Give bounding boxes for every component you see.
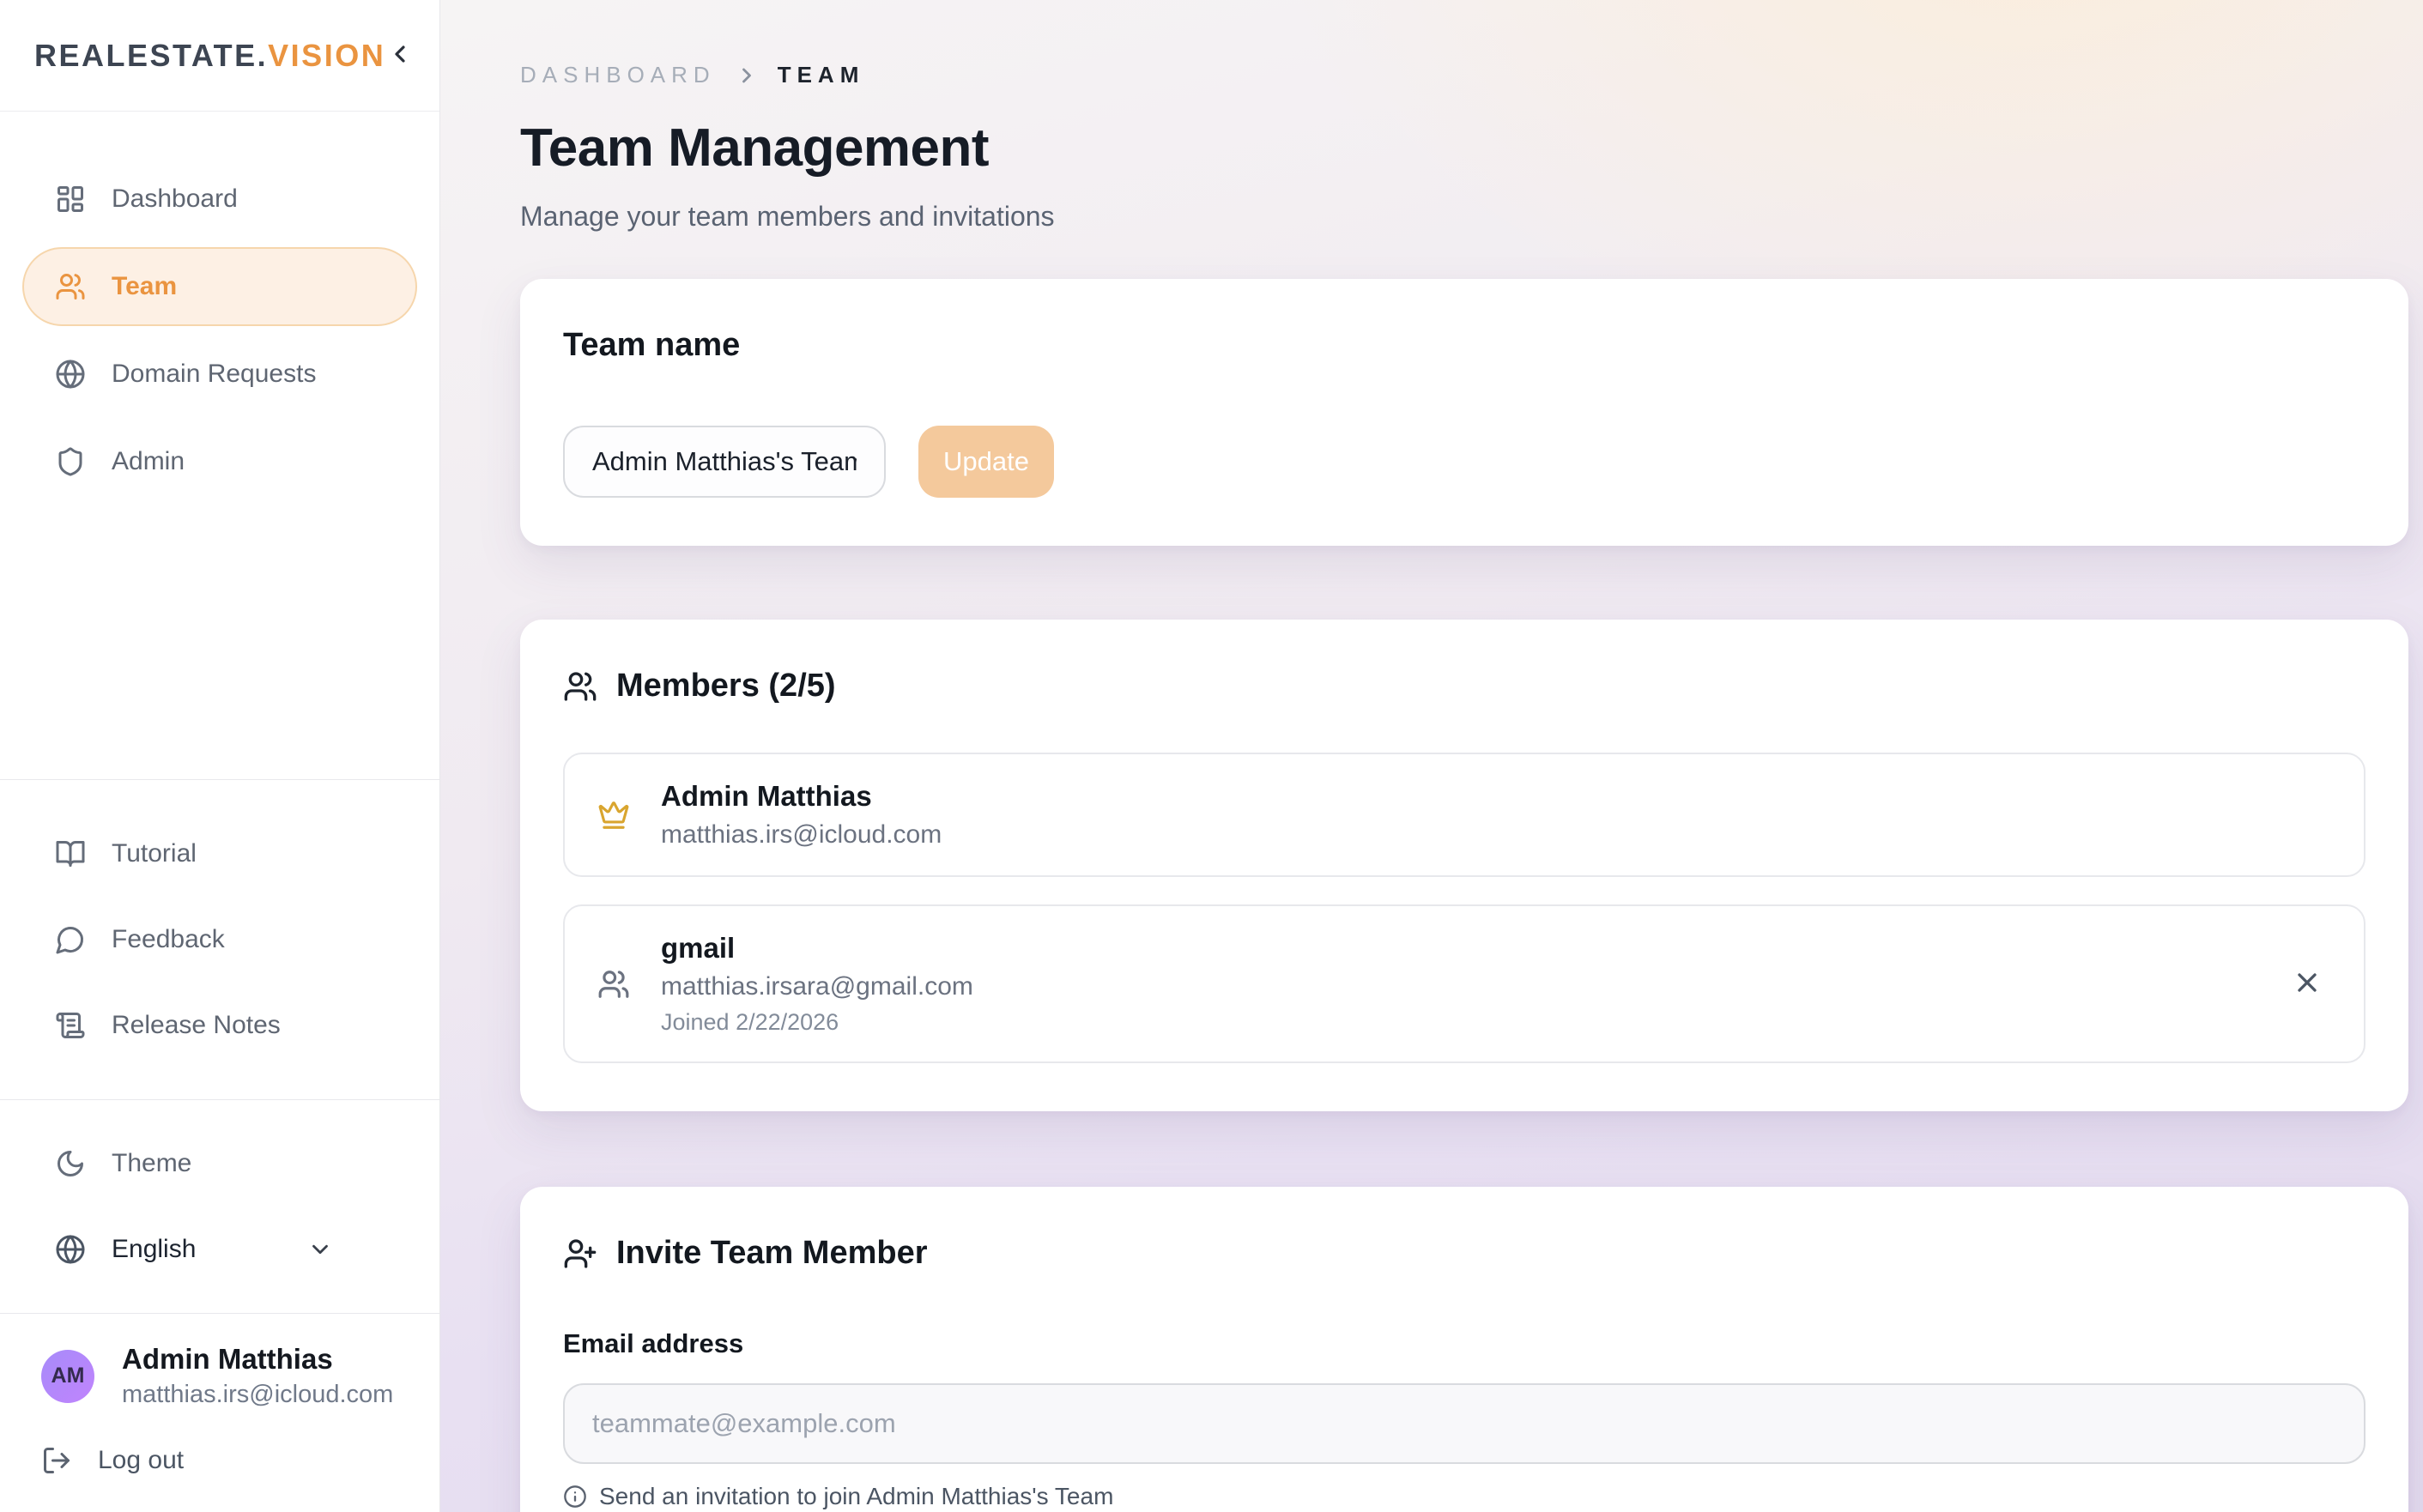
invite-email-input[interactable] (563, 1383, 2365, 1464)
brand-wordmark: REALESTATE.VISION (34, 38, 385, 74)
sidebar-item-admin[interactable]: Admin (22, 422, 417, 501)
language-label: English (112, 1235, 196, 1264)
app-root: REALESTATE.VISION Dashboard Team (0, 0, 2423, 1512)
invite-helper-text: Send an invitation to join Admin Matthia… (599, 1483, 1113, 1510)
chevron-down-icon (307, 1237, 333, 1262)
user-profile[interactable]: AM Admin Matthias matthias.irs@icloud.co… (0, 1314, 439, 1418)
page-title: Team Management (520, 118, 2408, 178)
breadcrumb: DASHBOARD TEAM (520, 62, 2408, 88)
moon-icon (55, 1148, 86, 1179)
shield-icon (55, 446, 86, 477)
sidebar-secondary-nav: Tutorial Feedback Release Notes (0, 780, 439, 1099)
member-joined-date: Joined 2/22/2026 (661, 1009, 973, 1036)
sidebar-item-label: Team (112, 272, 177, 301)
member-email: matthias.irs@icloud.com (661, 820, 942, 850)
member-row: gmail matthias.irsara@gmail.com Joined 2… (563, 904, 2365, 1063)
avatar: AM (41, 1350, 94, 1403)
message-circle-icon (55, 924, 86, 955)
member-info: gmail matthias.irsara@gmail.com Joined 2… (661, 932, 973, 1036)
logout-label: Log out (98, 1446, 184, 1475)
sidebar-item-release-notes[interactable]: Release Notes (22, 986, 417, 1065)
team-name-card: Team name Update (520, 279, 2408, 546)
sidebar: REALESTATE.VISION Dashboard Team (0, 0, 440, 1512)
member-email: matthias.irsara@gmail.com (661, 972, 973, 1001)
sidebar-item-feedback[interactable]: Feedback (22, 900, 417, 979)
logout-icon (41, 1445, 72, 1476)
sidebar-item-tutorial[interactable]: Tutorial (22, 814, 417, 893)
chevron-right-icon (735, 64, 759, 88)
sidebar-collapse-button[interactable] (386, 40, 414, 70)
team-name-card-title: Team name (563, 327, 2365, 364)
users-icon (55, 271, 86, 302)
invite-card-title: Invite Team Member (616, 1235, 928, 1272)
sidebar-item-label: Release Notes (112, 1011, 281, 1040)
info-icon (563, 1485, 587, 1509)
remove-member-button[interactable] (2283, 959, 2331, 1009)
sidebar-item-team[interactable]: Team (22, 247, 417, 326)
breadcrumb-team: TEAM (778, 62, 865, 88)
update-button[interactable]: Update (918, 426, 1054, 498)
user-email: matthias.irs@icloud.com (122, 1381, 393, 1409)
invite-helper: Send an invitation to join Admin Matthia… (563, 1483, 2365, 1510)
sidebar-item-label: Domain Requests (112, 360, 316, 389)
user-name: Admin Matthias (122, 1343, 393, 1376)
breadcrumb-dashboard[interactable]: DASHBOARD (520, 62, 716, 88)
sidebar-item-domain-requests[interactable]: Domain Requests (22, 335, 417, 414)
users-icon (563, 669, 597, 704)
sidebar-item-label: Feedback (112, 925, 225, 954)
email-field-label: Email address (563, 1328, 2365, 1359)
brand-primary: REALESTATE. (34, 38, 268, 73)
invite-card-header: Invite Team Member (563, 1235, 2365, 1272)
members-card-title: Members (2/5) (616, 668, 836, 705)
avatar-initials: AM (51, 1364, 85, 1388)
invite-card: Invite Team Member Email address Send an… (520, 1187, 2408, 1512)
user-plus-icon (563, 1237, 597, 1271)
team-name-input[interactable] (563, 426, 886, 498)
crown-icon (597, 799, 632, 832)
members-card-header: Members (2/5) (563, 668, 2365, 705)
member-name: Admin Matthias (661, 780, 942, 813)
sidebar-item-label: Tutorial (112, 839, 197, 868)
members-card: Members (2/5) Admin Matthias matthias.ir… (520, 620, 2408, 1111)
close-icon (2292, 967, 2323, 1001)
theme-toggle[interactable]: Theme (22, 1124, 417, 1203)
sidebar-spacer (0, 501, 439, 779)
sidebar-preferences: Theme English (0, 1100, 439, 1313)
sidebar-item-label: Dashboard (112, 184, 238, 214)
logout-button[interactable]: Log out (22, 1424, 417, 1497)
sidebar-nav: Dashboard Team Domain Requests Admin (0, 112, 439, 501)
theme-label: Theme (112, 1149, 191, 1178)
language-selector[interactable]: English (22, 1210, 417, 1289)
member-list: Admin Matthias matthias.irs@icloud.com g… (563, 753, 2365, 1063)
member-row-owner: Admin Matthias matthias.irs@icloud.com (563, 753, 2365, 877)
book-open-icon (55, 838, 86, 869)
globe-icon (55, 1234, 86, 1265)
scroll-text-icon (55, 1010, 86, 1041)
page-subtitle: Manage your team members and invitations (520, 201, 2408, 233)
team-name-form: Update (563, 426, 2365, 498)
sidebar-item-dashboard[interactable]: Dashboard (22, 160, 417, 239)
users-icon (597, 968, 632, 1001)
member-name: gmail (661, 932, 973, 965)
brand-accent: VISION (268, 38, 385, 73)
user-meta: Admin Matthias matthias.irs@icloud.com (122, 1343, 393, 1409)
globe-icon (55, 359, 86, 390)
logo: REALESTATE.VISION (0, 0, 439, 112)
chevron-left-icon (386, 40, 414, 70)
sidebar-item-label: Admin (112, 447, 185, 476)
member-info: Admin Matthias matthias.irs@icloud.com (661, 780, 942, 850)
dashboard-icon (55, 184, 86, 215)
main-content: DASHBOARD TEAM Team Management Manage yo… (440, 0, 2423, 1512)
